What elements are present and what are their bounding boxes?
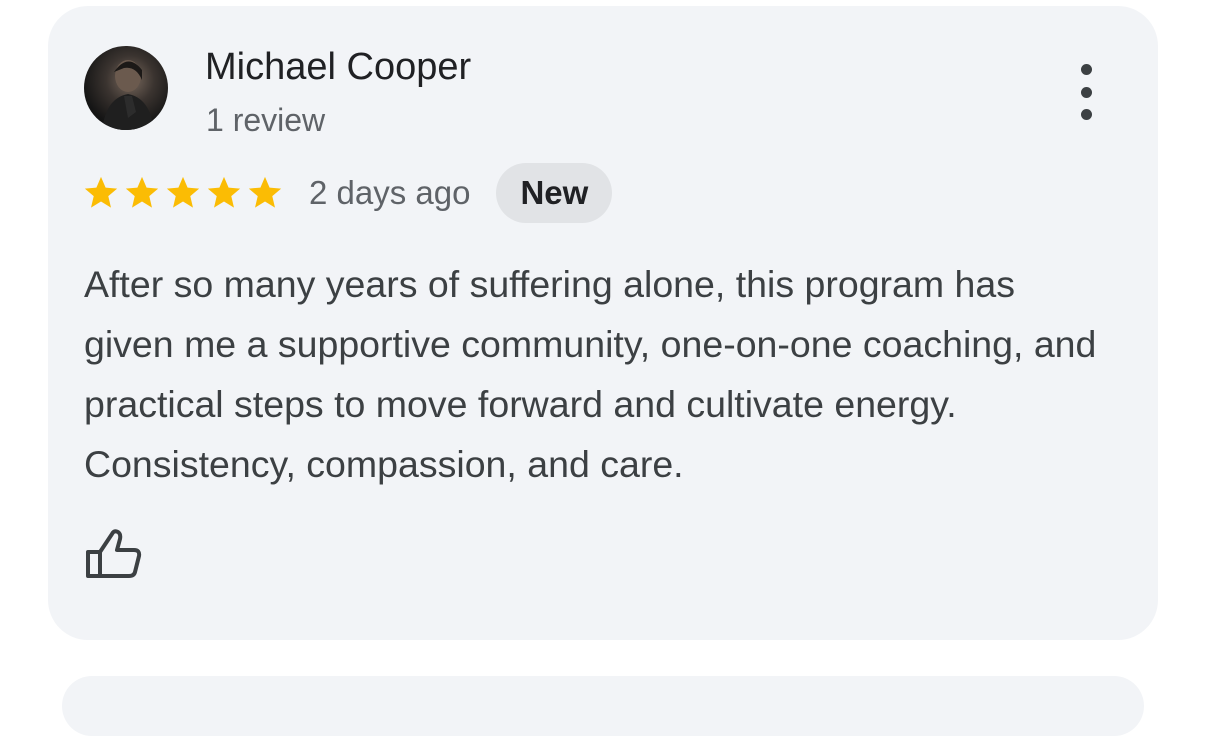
- star-icon: [84, 176, 118, 208]
- like-button[interactable]: [84, 526, 144, 582]
- review-count: 1 review: [206, 102, 326, 138]
- more-vert-icon: [1080, 64, 1092, 75]
- star-icon: [207, 176, 241, 208]
- rating-row: 2 days ago New: [82, 162, 613, 224]
- review-text: After so many years of suffering alone, …: [84, 263, 1097, 485]
- star-icon: [125, 176, 159, 208]
- next-review-card: [62, 676, 1144, 736]
- star-icon: [248, 176, 282, 208]
- star-icon: [166, 176, 200, 208]
- thumbs-up-icon: [86, 529, 142, 578]
- star-rating: [82, 174, 287, 212]
- new-badge: New: [496, 163, 613, 223]
- avatar[interactable]: [84, 46, 168, 130]
- reviewer-name[interactable]: Michael Cooper: [205, 46, 471, 89]
- review-card: Michael Cooper 1 review 2 days ago New A…: [48, 6, 1158, 640]
- more-options-button[interactable]: [1066, 60, 1106, 124]
- review-date: 2 days ago: [309, 174, 471, 211]
- avatar-photo-icon: [102, 60, 154, 130]
